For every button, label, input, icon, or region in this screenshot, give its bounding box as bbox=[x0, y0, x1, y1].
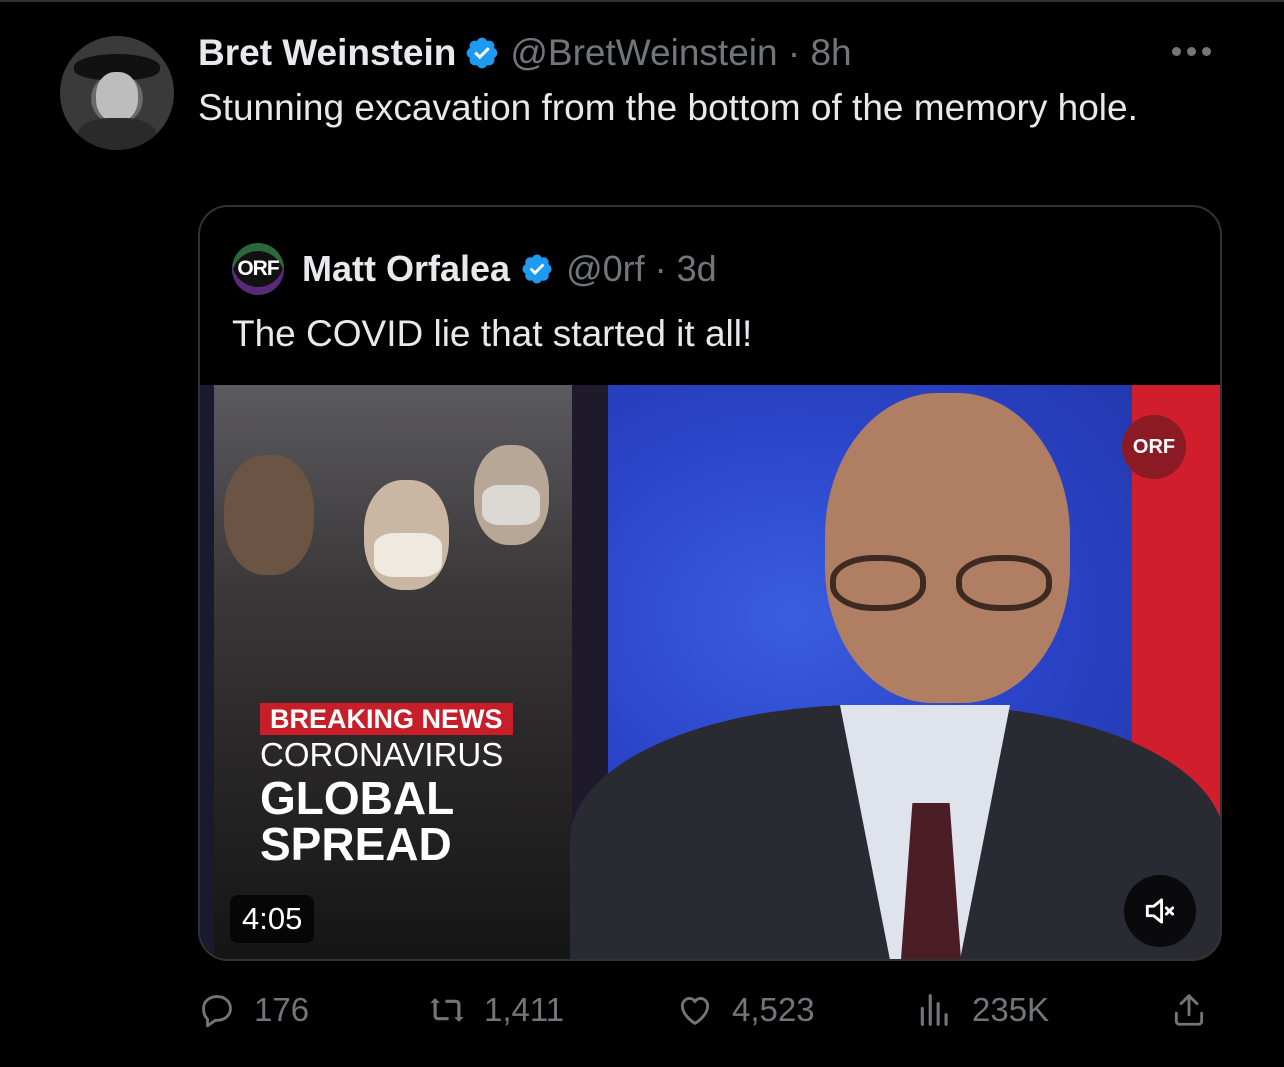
anchor-head bbox=[825, 393, 1070, 703]
headline-line-2: GLOBAL bbox=[260, 772, 455, 824]
author-avatar[interactable] bbox=[60, 36, 174, 150]
video-duration: 4:05 bbox=[230, 895, 315, 943]
verified-badge-icon[interactable] bbox=[520, 252, 554, 286]
heart-icon bbox=[680, 997, 710, 1025]
views-count: 235K bbox=[972, 991, 1050, 1028]
views-button[interactable]: 235K bbox=[916, 985, 1049, 1035]
lens bbox=[956, 555, 1052, 611]
dot bbox=[1187, 46, 1196, 56]
like-button[interactable]: 4,523 bbox=[676, 985, 815, 1035]
lens bbox=[830, 555, 926, 611]
verified-badge-icon[interactable] bbox=[464, 35, 500, 71]
retweet-button[interactable]: 1,411 bbox=[428, 985, 564, 1035]
quote-text: The COVID lie that started it all! bbox=[232, 313, 753, 354]
avatar-body bbox=[78, 118, 156, 150]
quote-author-name[interactable]: Matt Orfalea bbox=[302, 248, 510, 290]
watermark-logo: ORF bbox=[1122, 415, 1186, 479]
retweet-icon bbox=[430, 998, 464, 1022]
reply-count: 176 bbox=[254, 991, 310, 1028]
quoted-tweet[interactable]: ORF Matt Orfalea @0rf · 3d The COVID lie… bbox=[198, 205, 1222, 961]
crowd-figure bbox=[224, 455, 314, 575]
dot bbox=[1172, 46, 1181, 56]
reply-icon bbox=[202, 995, 232, 1028]
retweet-count: 1,411 bbox=[484, 991, 565, 1028]
anchor-glasses bbox=[830, 555, 1062, 611]
top-divider bbox=[0, 0, 1284, 2]
quote-author-avatar[interactable]: ORF bbox=[232, 243, 284, 295]
news-inset-panel: BREAKING NEWS CORONAVIRUS GLOBAL SPREAD bbox=[214, 385, 572, 959]
share-button[interactable] bbox=[1170, 985, 1226, 1035]
share-icon bbox=[1174, 994, 1204, 1026]
breaking-news-banner: BREAKING NEWS bbox=[260, 703, 513, 735]
quote-author-handle-time[interactable]: @0rf · 3d bbox=[566, 248, 717, 290]
face-mask bbox=[482, 485, 540, 525]
headline-line-3: SPREAD bbox=[260, 818, 452, 870]
author-handle-time[interactable]: @BretWeinstein · 8h bbox=[510, 32, 851, 74]
face-mask bbox=[374, 533, 442, 577]
avatar-face bbox=[96, 72, 138, 122]
quote-header: ORF Matt Orfalea @0rf · 3d bbox=[232, 237, 717, 301]
dot bbox=[1202, 46, 1211, 56]
speaker-muted-icon[interactable] bbox=[1124, 875, 1196, 947]
views-chart-icon bbox=[920, 994, 948, 1026]
tweet-text: Stunning excavation from the bottom of t… bbox=[198, 87, 1138, 128]
like-count: 4,523 bbox=[732, 991, 815, 1028]
headline-line-1: CORONAVIRUS bbox=[260, 736, 504, 773]
author-name[interactable]: Bret Weinstein bbox=[198, 32, 456, 74]
tweet-header: Bret Weinstein @BretWeinstein · 8h bbox=[198, 30, 852, 76]
reply-button[interactable]: 176 bbox=[198, 985, 309, 1035]
tweet-actions: 176 1,411 4,523 235K bbox=[198, 985, 1228, 1035]
more-options-icon[interactable] bbox=[1172, 36, 1222, 66]
speaker-muted-icon-glyph bbox=[1145, 898, 1175, 924]
video-player[interactable]: BREAKING NEWS CORONAVIRUS GLOBAL SPREAD … bbox=[200, 385, 1220, 959]
